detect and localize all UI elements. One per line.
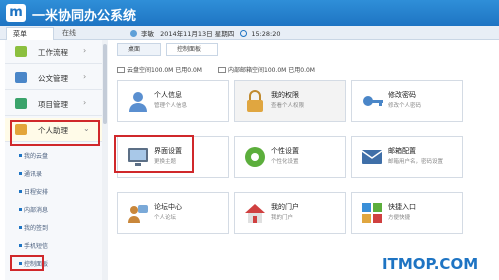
sub-item-sms[interactable]: 手机短信 — [19, 241, 48, 250]
home-icon — [245, 204, 265, 223]
highlight-assistant — [10, 120, 100, 146]
sidebar-item-label: 项目管理 — [38, 100, 68, 109]
card-desc: 邮箱用户名，密码设置 — [388, 159, 444, 165]
chevron-right-icon: › — [83, 98, 87, 107]
card-title: 个人信息 — [154, 91, 182, 99]
card-desc: 个性化设置 — [271, 159, 299, 165]
card-shortcuts[interactable]: 快捷入口 方便快捷 — [351, 192, 463, 234]
storage-cloud: 云盘空间100.0M 已用0.0M — [117, 65, 202, 74]
tab-desktop-label: 桌面 — [128, 46, 141, 53]
card-desc: 我的门户 — [271, 215, 294, 221]
chevron-right-icon: › — [83, 72, 87, 81]
card-title: 我的权限 — [271, 91, 299, 99]
tab-online[interactable]: 在线 — [56, 27, 102, 40]
card-title: 快捷入口 — [388, 203, 416, 211]
sub-item-schedule[interactable]: 日程安排 — [19, 187, 48, 196]
tab-menu[interactable]: 菜单 — [6, 27, 54, 40]
card-personal-info[interactable]: 个人信息 管理个人信息 — [117, 80, 229, 122]
card-personalization[interactable]: 个性设置 个性化设置 — [234, 136, 346, 178]
card-change-password[interactable]: 修改密码 修改个人密码 — [351, 80, 463, 122]
highlight-interface-settings — [114, 135, 194, 173]
card-title: 邮箱配置 — [388, 147, 416, 155]
app-title: 一米协同办公系统 — [32, 9, 137, 24]
sub-item-contacts[interactable]: 通讯录 — [19, 169, 42, 178]
card-desc: 查看个人权限 — [271, 103, 305, 109]
sidebar-item-label: 公文管理 — [38, 74, 68, 83]
highlight-control-panel — [10, 255, 44, 271]
card-title: 个性设置 — [271, 147, 299, 155]
forum-icon — [128, 205, 148, 223]
tab-menu-label: 菜单 — [13, 30, 27, 38]
current-time: 15:28:20 — [251, 30, 281, 38]
gear-icon — [245, 147, 265, 167]
sidebar: 工作流程 › 公文管理 › 项目管理 › 个人助理 ⌄ 我的云盘 通讯录 日程安… — [5, 40, 107, 280]
storage-cloud-text: 云盘空间100.0M 已用0.0M — [127, 67, 202, 74]
tab-online-label: 在线 — [62, 29, 76, 37]
app-header: m 一米协同办公系统 — [0, 0, 499, 26]
key-icon — [363, 96, 383, 106]
sidebar-scroll-thumb[interactable] — [103, 44, 107, 124]
clock-icon — [240, 30, 248, 37]
card-permissions[interactable]: 我的权限 查看个人权限 — [234, 80, 346, 122]
sub-item-messages[interactable]: 内部消息 — [19, 205, 48, 214]
card-mail-config[interactable]: 邮箱配置 邮箱用户名，密码设置 — [351, 136, 463, 178]
project-icon — [15, 98, 27, 109]
card-desc: 修改个人密码 — [388, 103, 422, 109]
sidebar-item-documents[interactable]: 公文管理 › — [5, 66, 105, 90]
user-icon — [130, 30, 137, 37]
card-desc: 管理个人信息 — [154, 103, 188, 109]
person-icon — [129, 92, 147, 112]
card-title: 修改密码 — [388, 91, 416, 99]
storage-bar-icon — [218, 67, 226, 73]
user-info: 李敏 2014年11月13日 星期四 15:28:20 — [130, 28, 285, 38]
storage-mail: 内部邮箱空间100.0M 已用0.0M — [218, 65, 315, 74]
tab-control-panel[interactable]: 控制面板 — [166, 43, 218, 56]
storage-mail-text: 内部邮箱空间100.0M 已用0.0M — [228, 67, 315, 74]
app-logo: m — [6, 4, 26, 22]
card-title: 论坛中心 — [154, 203, 182, 211]
workflow-icon — [15, 46, 27, 57]
user-name: 李敏 — [141, 30, 154, 38]
folder-icon — [15, 72, 27, 83]
current-date: 2014年11月13日 星期四 — [160, 30, 235, 38]
card-my-portal[interactable]: 我的门户 我的门户 — [234, 192, 346, 234]
sidebar-item-label: 工作流程 — [38, 48, 68, 57]
tab-control-panel-label: 控制面板 — [177, 46, 202, 53]
sidebar-item-projects[interactable]: 项目管理 › — [5, 92, 105, 116]
sub-item-checkin[interactable]: 我的签到 — [19, 223, 48, 232]
card-desc: 个人论坛 — [154, 215, 177, 221]
lock-icon — [247, 90, 263, 112]
shortcut-icon — [362, 203, 382, 223]
watermark: ITMOP.COM — [382, 255, 479, 273]
sub-item-cloud-drive[interactable]: 我的云盘 — [19, 151, 48, 160]
chevron-right-icon: › — [83, 46, 87, 55]
card-forum[interactable]: 论坛中心 个人论坛 — [117, 192, 229, 234]
mail-icon — [361, 150, 383, 164]
tab-desktop[interactable]: 桌面 — [117, 43, 161, 56]
storage-bar-icon — [117, 67, 125, 73]
card-title: 我的门户 — [271, 203, 299, 211]
sidebar-item-workflow[interactable]: 工作流程 › — [5, 40, 105, 64]
card-desc: 方便快捷 — [388, 215, 411, 221]
